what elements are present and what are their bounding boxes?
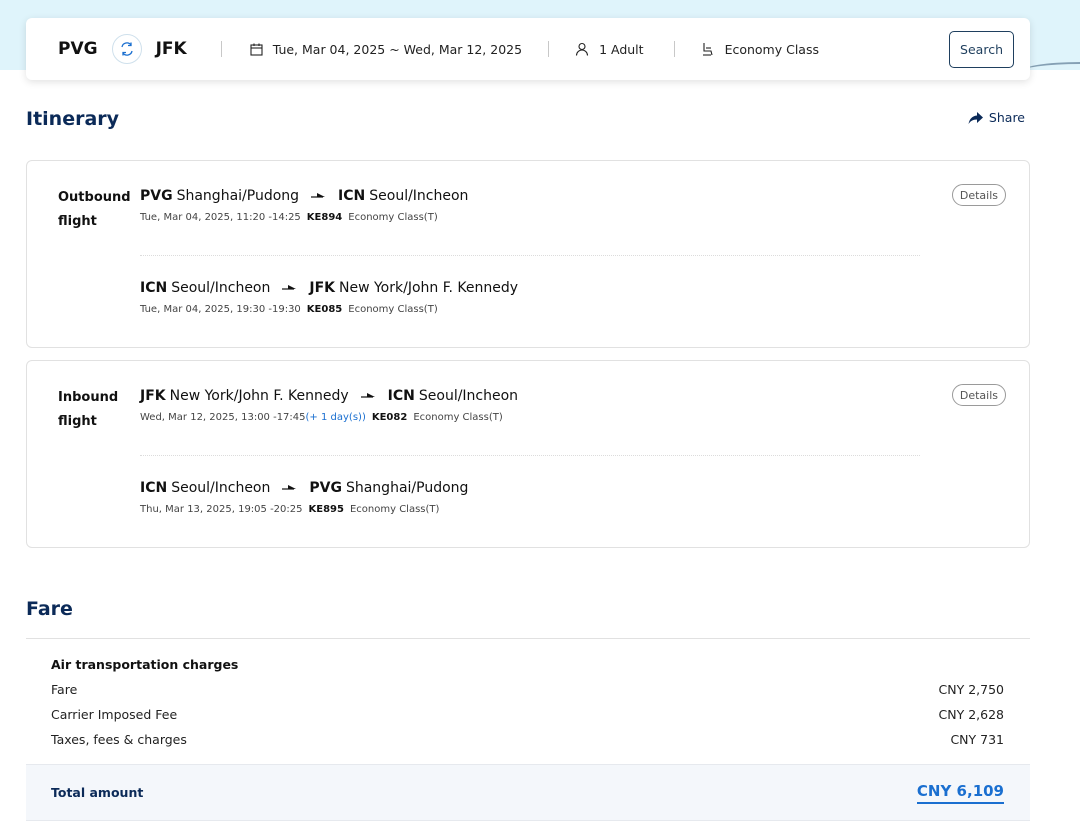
search-button[interactable]: Search [949, 30, 1014, 68]
fare-group-heading: Air transportation charges [51, 657, 239, 672]
segment-divider [140, 255, 920, 256]
total-value-link[interactable]: CNY 6,109 [916, 782, 1004, 804]
outbound-label: Outbound flight [58, 190, 131, 229]
calendar-icon [250, 43, 263, 56]
inbound-label: Inbound flight [58, 390, 119, 429]
divider [673, 41, 675, 57]
total-amount-row: Total amount CNY 6,109 [26, 764, 1030, 821]
segment-route: ICN Seoul/Incheon PVG Shanghai/Pudong [140, 480, 469, 496]
itinerary-title: Itinerary [26, 108, 120, 130]
flight-arrow-icon [282, 285, 297, 290]
fare-title: Fare [26, 598, 73, 620]
date-range[interactable]: Tue, Mar 04, 2025 ~ Wed, Mar 12, 2025 [250, 42, 522, 57]
outbound-flight-card: Outbound flight Details PVG Shanghai/Pudo… [26, 160, 1030, 348]
segment-route: JFK New York/John F. Kennedy ICN Seoul/Inc… [140, 388, 519, 404]
flight-segment: ICN Seoul/Incheon JFK New York/John F. Ken… [140, 280, 518, 315]
share-label: Share [988, 110, 1025, 125]
divider [220, 41, 222, 57]
flight-segment: JFK New York/John F. Kennedy ICN Seoul/Inc… [140, 388, 518, 423]
destination-code[interactable]: JFK [156, 39, 187, 59]
passenger-text: 1 Adult [599, 41, 644, 57]
fare-row: Fare CNY 2,750 [51, 682, 1004, 697]
segment-route: PVG Shanghai/Pudong ICN Seoul/Incheon [140, 188, 469, 204]
cabin-class[interactable]: Economy Class [701, 42, 819, 57]
flight-arrow-icon [282, 485, 297, 490]
inbound-details-button[interactable]: Details [951, 384, 1006, 406]
flight-segment: PVG Shanghai/Pudong ICN Seoul/Incheon Tue,… [140, 188, 468, 223]
seat-icon [702, 43, 713, 56]
segment-info: Tue, Mar 04, 2025, 19:30 -19:30 KE085 Econ… [140, 304, 438, 315]
outbound-details-button[interactable]: Details [951, 184, 1006, 206]
swap-icon[interactable] [111, 34, 142, 64]
inbound-flight-card: Inbound flight Details JFK New York/John … [26, 360, 1030, 548]
route-summary: PVG JFK [58, 34, 187, 64]
share-arrow-icon [968, 111, 983, 124]
flight-arrow-icon [311, 193, 326, 198]
segment-divider [140, 455, 920, 456]
carrier-fee-row: Carrier Imposed Fee CNY 2,628 [51, 707, 1004, 722]
flight-arrow-icon [360, 393, 375, 398]
fare-divider [26, 638, 1030, 639]
cabin-text: Economy Class [724, 41, 819, 57]
divider [548, 41, 550, 57]
segment-info: Thu, Mar 13, 2025, 19:05 -20:25 KE895 Econ… [140, 504, 440, 515]
search-summary-bar: PVG JFK Tue, Mar 04, 2025 ~ Wed, Mar 12,… [26, 18, 1030, 80]
share-button[interactable]: Share [968, 110, 1025, 125]
segment-info: Wed, Mar 12, 2025, 13:00 -17:45(+ 1 day(… [140, 412, 503, 423]
person-icon [576, 42, 589, 56]
flight-segment: ICN Seoul/Incheon PVG Shanghai/Pudong Thu,… [140, 480, 468, 515]
segment-info: Tue, Mar 04, 2025, 11:20 -14:25 KE894 Econ… [140, 212, 438, 223]
segment-route: ICN Seoul/Incheon JFK New York/John F. Ken… [140, 280, 519, 296]
passenger-count[interactable]: 1 Adult [575, 42, 644, 57]
total-label: Total amount [51, 785, 144, 800]
origin-code[interactable]: PVG [58, 39, 98, 59]
date-range-text: Tue, Mar 04, 2025 ~ Wed, Mar 12, 2025 [272, 41, 523, 57]
taxes-row: Taxes, fees & charges CNY 731 [51, 732, 1004, 747]
plus-day-note: (+ 1 day(s)) [305, 412, 366, 423]
